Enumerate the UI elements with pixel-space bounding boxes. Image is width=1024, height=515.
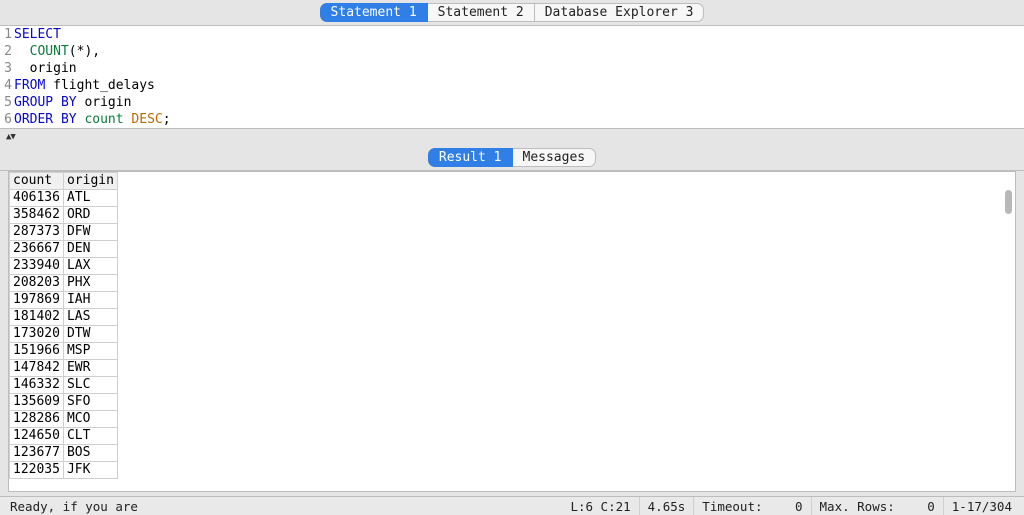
table-cell[interactable]: IAH [63,292,117,309]
code-text[interactable]: FROM flight_delays [14,77,155,94]
table-cell[interactable]: 181402 [10,309,64,326]
table-cell[interactable]: LAS [63,309,117,326]
top-tab-1[interactable]: Statement 2 [428,3,535,22]
result-tab-0[interactable]: Result 1 [428,148,513,167]
code-line: 6ORDER BY count DESC; [0,111,1024,128]
table-cell[interactable]: 208203 [10,275,64,292]
table-cell[interactable]: 123677 [10,445,64,462]
collapse-down-icon[interactable]: ▼ [10,132,14,142]
table-row[interactable]: 406136ATL [10,190,118,207]
line-number: 3 [0,60,14,77]
status-timeout: Timeout: 0 [693,497,810,515]
result-grid-container: countorigin406136ATL358462ORD287373DFW23… [8,171,1016,492]
table-cell[interactable]: JFK [63,462,117,479]
timeout-value: 0 [763,499,803,514]
table-cell[interactable]: PHX [63,275,117,292]
status-cursor: L:6 C:21 [562,497,638,515]
split-handle[interactable]: ▲▼ [0,129,1024,145]
table-cell[interactable]: 122035 [10,462,64,479]
table-cell[interactable]: DTW [63,326,117,343]
maxrows-label: Max. Rows: [820,499,895,514]
top-tab-bar: Statement 1Statement 2Database Explorer … [0,0,1024,25]
code-text[interactable]: GROUP BY origin [14,94,131,111]
table-cell[interactable]: 197869 [10,292,64,309]
status-maxrows: Max. Rows: 0 [811,497,943,515]
table-row[interactable]: 173020DTW [10,326,118,343]
code-text[interactable]: SELECT [14,26,61,43]
table-cell[interactable]: 358462 [10,207,64,224]
table-cell[interactable]: EWR [63,360,117,377]
table-header-row: countorigin [10,173,118,190]
table-cell[interactable]: 124650 [10,428,64,445]
table-cell[interactable]: ORD [63,207,117,224]
sql-editor[interactable]: 1SELECT2 COUNT(*),3 origin4FROM flight_d… [0,25,1024,129]
scrollbar-thumb[interactable] [1005,190,1012,214]
table-cell[interactable]: ATL [63,190,117,207]
result-tab-1[interactable]: Messages [513,148,597,167]
table-cell[interactable]: MSP [63,343,117,360]
line-number: 1 [0,26,14,43]
table-cell[interactable]: MCO [63,411,117,428]
table-row[interactable]: 358462ORD [10,207,118,224]
code-line: 3 origin [0,60,1024,77]
top-tab-2[interactable]: Database Explorer 3 [535,3,705,22]
result-tab-bar: Result 1Messages [0,145,1024,171]
table-row[interactable]: 208203PHX [10,275,118,292]
table-row[interactable]: 233940LAX [10,258,118,275]
table-row[interactable]: 128286MCO [10,411,118,428]
table-cell[interactable]: 173020 [10,326,64,343]
table-cell[interactable]: 128286 [10,411,64,428]
table-cell[interactable]: 233940 [10,258,64,275]
table-cell[interactable]: 147842 [10,360,64,377]
table-row[interactable]: 151966MSP [10,343,118,360]
table-row[interactable]: 181402LAS [10,309,118,326]
table-row[interactable]: 123677BOS [10,445,118,462]
table-header-cell[interactable]: origin [63,173,117,190]
line-number: 6 [0,111,14,128]
code-line: 2 COUNT(*), [0,43,1024,60]
table-cell[interactable]: 287373 [10,224,64,241]
table-cell[interactable]: BOS [63,445,117,462]
table-cell[interactable]: DFW [63,224,117,241]
code-text[interactable]: COUNT(*), [14,43,100,60]
result-grid[interactable]: countorigin406136ATL358462ORD287373DFW23… [9,172,118,479]
table-cell[interactable]: 146332 [10,377,64,394]
table-row[interactable]: 122035JFK [10,462,118,479]
line-number: 5 [0,94,14,111]
table-row[interactable]: 146332SLC [10,377,118,394]
status-range: 1-17/304 [943,497,1020,515]
table-cell[interactable]: 135609 [10,394,64,411]
table-header-cell[interactable]: count [10,173,64,190]
code-text[interactable]: origin [14,60,77,77]
code-line: 4FROM flight_delays [0,77,1024,94]
code-line: 5GROUP BY origin [0,94,1024,111]
table-cell[interactable]: 236667 [10,241,64,258]
top-tab-0[interactable]: Statement 1 [320,3,428,22]
timeout-label: Timeout: [702,499,762,514]
table-row[interactable]: 197869IAH [10,292,118,309]
status-time: 4.65s [639,497,694,515]
table-cell[interactable]: SLC [63,377,117,394]
code-text[interactable]: ORDER BY count DESC; [14,111,171,128]
status-message: Ready, if you are [4,499,138,514]
table-row[interactable]: 236667DEN [10,241,118,258]
code-line: 1SELECT [0,26,1024,43]
table-cell[interactable]: LAX [63,258,117,275]
table-cell[interactable]: 406136 [10,190,64,207]
line-number: 2 [0,43,14,60]
table-cell[interactable]: SFO [63,394,117,411]
table-row[interactable]: 135609SFO [10,394,118,411]
status-bar: Ready, if you are L:6 C:21 4.65s Timeout… [0,496,1024,515]
line-number: 4 [0,77,14,94]
table-row[interactable]: 124650CLT [10,428,118,445]
table-cell[interactable]: DEN [63,241,117,258]
maxrows-value: 0 [895,499,935,514]
table-cell[interactable]: 151966 [10,343,64,360]
table-row[interactable]: 147842EWR [10,360,118,377]
table-cell[interactable]: CLT [63,428,117,445]
table-row[interactable]: 287373DFW [10,224,118,241]
